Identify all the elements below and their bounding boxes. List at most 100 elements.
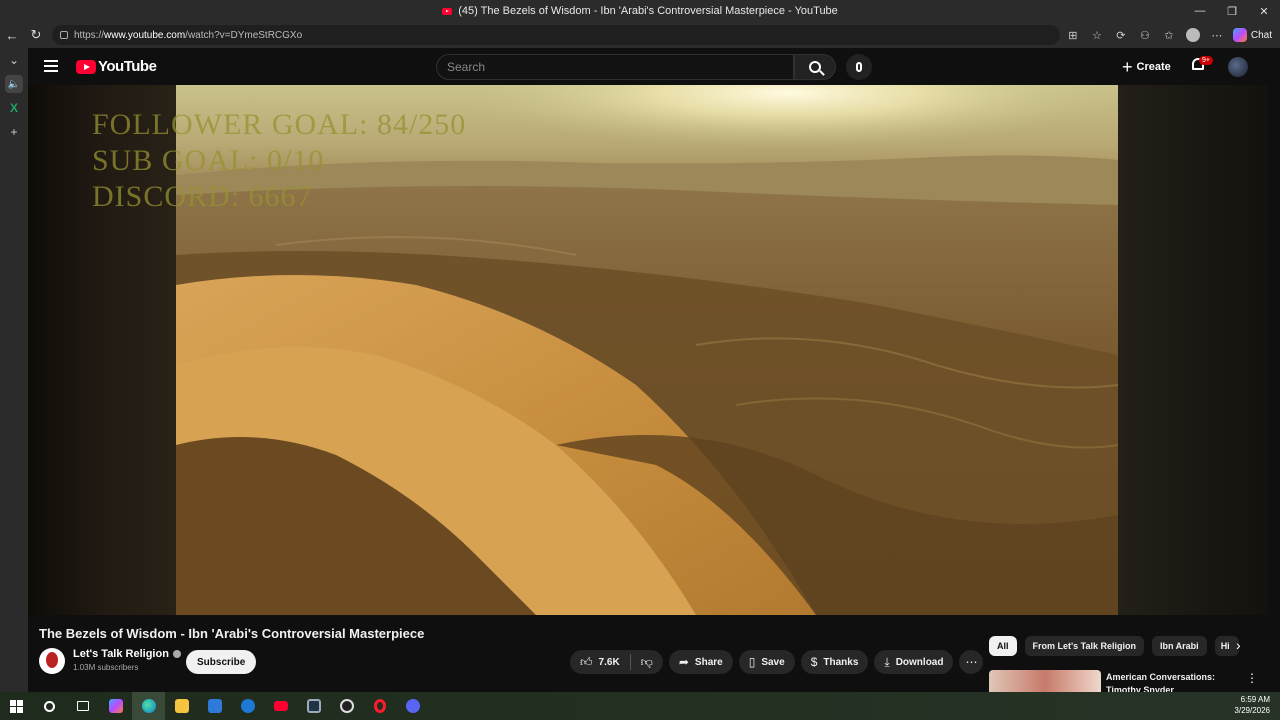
share-label: Share <box>694 656 723 668</box>
bookmark-icon: ▯ <box>748 655 756 669</box>
close-button[interactable]: ✕ <box>1248 0 1280 22</box>
search-input[interactable]: Search <box>436 54 794 80</box>
download-button[interactable]: ⤓ Download <box>874 650 954 674</box>
maximize-button[interactable]: ❐ <box>1216 0 1248 22</box>
video-title: The Bezels of Wisdom - Ibn 'Arabi's Cont… <box>39 626 425 641</box>
youtube-play-icon <box>76 59 96 74</box>
windows-logo-icon <box>10 699 23 713</box>
recommended-more-icon[interactable]: ⋮ <box>1246 671 1258 685</box>
share-button[interactable]: ➦ Share <box>668 650 733 674</box>
plus-icon: + <box>1122 57 1133 77</box>
address-bar[interactable]: https://www.youtube.com/watch?v=DYmeStRC… <box>52 25 1060 45</box>
opera-browser-icon[interactable] <box>363 692 396 720</box>
microsoft-store-icon[interactable] <box>198 692 231 720</box>
like-dislike-group: 👍︎ 7.6K 👎︎ <box>570 650 663 674</box>
browser-toolbar-icons: ⊞ ☆ ⟳ ⚇ ✩ ⋯ Chat <box>1061 22 1276 48</box>
tab-actions-chevron-icon[interactable]: ⌄ <box>0 48 28 72</box>
browser-essentials-icon[interactable]: ⚇ <box>1133 23 1157 47</box>
recommended-video-title[interactable]: American Conversations: Timothy Snyder <box>1106 671 1226 692</box>
dislike-button[interactable]: 👎︎ <box>631 655 663 670</box>
app-available-icon[interactable]: ⊞ <box>1061 23 1085 47</box>
chip-from-channel[interactable]: From Let's Talk Religion <box>1024 636 1145 656</box>
minimize-button[interactable]: — <box>1184 0 1216 22</box>
download-icon: ⤓ <box>884 654 890 669</box>
taskbar-search-icon[interactable] <box>33 692 66 720</box>
stream-goal-overlay: FOLLOWER GOAL: 84/250 SUB GOAL: 0/10 DIS… <box>92 107 466 215</box>
save-label: Save <box>761 656 785 668</box>
obs-studio-icon[interactable] <box>330 692 363 720</box>
subscribe-button[interactable]: Subscribe <box>186 650 257 674</box>
youtube-masthead: YouTube Search + Create 9+ <box>28 48 1268 86</box>
refresh-icon[interactable]: ↻ <box>24 23 48 47</box>
task-view-icon[interactable] <box>66 692 99 720</box>
clock-date: 3/29/2026 <box>1234 706 1270 715</box>
url-path: /watch?v=DYmeStRCGXo <box>185 29 303 41</box>
profile-icon[interactable] <box>1181 23 1205 47</box>
thanks-button[interactable]: $ Thanks <box>800 650 869 674</box>
edge-browser-icon[interactable] <box>132 692 165 720</box>
youtube-favicon-icon <box>442 7 453 15</box>
browser-toolbar: ← ↻ https://www.youtube.com/watch?v=DYme… <box>0 22 1280 48</box>
microphone-icon <box>856 62 862 72</box>
menu-icon[interactable] <box>44 60 58 72</box>
chat-label: Chat <box>1250 29 1272 41</box>
start-button[interactable] <box>0 692 33 720</box>
video-details: The Bezels of Wisdom - Ibn 'Arabi's Cont… <box>28 615 1268 692</box>
file-explorer-icon[interactable] <box>165 692 198 720</box>
like-button[interactable]: 👍︎ 7.6K <box>570 654 631 670</box>
sub-goal-text: SUB GOAL: 0/10 <box>92 144 325 177</box>
search-icon <box>809 61 821 73</box>
tab-speaker-icon[interactable]: 🔈 <box>5 75 23 93</box>
extensions-icon[interactable]: ⟳ <box>1109 23 1133 47</box>
favorite-star-icon[interactable]: ☆ <box>1085 23 1109 47</box>
create-label: Create <box>1136 61 1171 73</box>
chips-next-chevron-icon[interactable]: › <box>1236 637 1241 653</box>
follower-goal-text: FOLLOWER GOAL: 84/250 <box>92 108 467 141</box>
outlook-mail-icon[interactable] <box>231 692 264 720</box>
thumbs-down-icon: 👎︎ <box>640 654 653 669</box>
youtube-app-icon[interactable] <box>264 692 297 720</box>
thanks-label: Thanks <box>823 656 859 668</box>
vertical-tab-rail: ⌄ 🔈 X + <box>0 48 28 692</box>
download-label: Download <box>895 656 944 668</box>
voice-search-button[interactable] <box>846 54 872 80</box>
youtube-logo-text: YouTube <box>98 58 157 75</box>
more-actions-icon[interactable]: ⋯ <box>959 650 984 674</box>
verified-badge-icon <box>172 650 181 658</box>
super-thanks-icon: $ <box>810 655 818 669</box>
copilot-chat-button[interactable]: Chat <box>1229 23 1276 47</box>
windows-taskbar: 6:59 AM 3/29/2026 <box>0 692 1280 720</box>
related-filter-chips: All From Let's Talk Religion Ibn Arabi H… <box>989 636 1239 656</box>
clock-time: 6:59 AM <box>1240 695 1270 704</box>
channel-name-row[interactable]: Let's Talk Religion <box>73 648 181 660</box>
url-prefix: https:// <box>74 29 105 41</box>
search-button[interactable] <box>794 54 836 80</box>
subscriber-count: 1.03M subscribers <box>73 663 139 672</box>
video-actions: 👍︎ 7.6K 👎︎ ➦ Share ▯ Save $ Thanks ⤓ Download… <box>570 650 984 674</box>
back-arrow-icon[interactable]: ← <box>0 23 24 47</box>
settings-more-icon[interactable]: ⋯ <box>1205 23 1229 47</box>
window-title: (45) The Bezels of Wisdom - Ibn 'Arabi's… <box>458 5 838 17</box>
account-avatar[interactable] <box>1228 57 1248 77</box>
copilot-app-icon[interactable] <box>99 692 132 720</box>
create-button[interactable]: + Create <box>1122 58 1171 76</box>
new-tab-plus-icon[interactable]: + <box>0 120 28 144</box>
favorites-icon[interactable]: ✩ <box>1157 23 1181 47</box>
snipping-tool-icon[interactable] <box>297 692 330 720</box>
chip-ibn-arabi[interactable]: Ibn Arabi <box>1152 636 1207 656</box>
discord-app-icon[interactable] <box>396 692 429 720</box>
youtube-logo[interactable]: YouTube <box>76 58 157 75</box>
window-titlebar: (45) The Bezels of Wisdom - Ibn 'Arabi's… <box>0 0 1280 22</box>
thumbs-up-icon: 👍︎ <box>580 654 593 669</box>
tab-excel-icon[interactable]: X <box>0 96 28 120</box>
channel-avatar[interactable] <box>39 648 65 674</box>
video-player[interactable]: FOLLOWER GOAL: 84/250 SUB GOAL: 0/10 DIS… <box>28 85 1268 615</box>
channel-name[interactable]: Let's Talk Religion <box>73 648 169 660</box>
chip-all[interactable]: All <box>989 636 1017 656</box>
discord-text: DISCORD: 6667 <box>92 180 313 213</box>
lock-icon <box>60 31 68 39</box>
system-clock[interactable]: 6:59 AM 3/29/2026 <box>1234 694 1270 716</box>
window-controls: — ❐ ✕ <box>1184 0 1280 22</box>
recommended-video-thumbnail[interactable] <box>989 670 1101 692</box>
save-button[interactable]: ▯ Save <box>738 650 795 674</box>
